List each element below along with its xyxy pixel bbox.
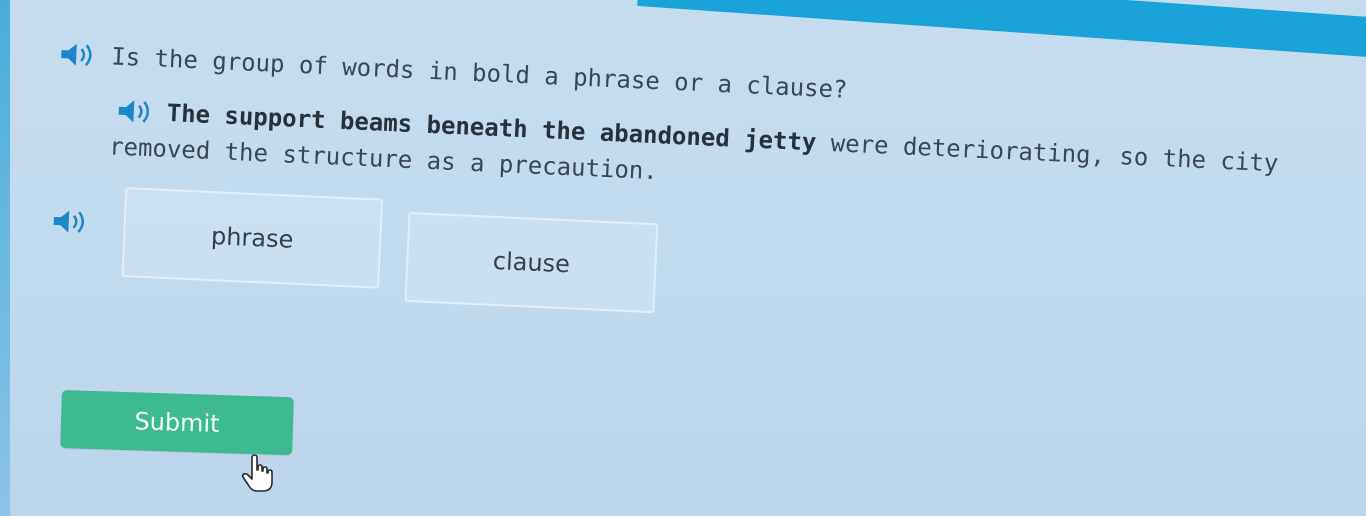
submit-label: Submit bbox=[134, 407, 221, 438]
choice-label: phrase bbox=[210, 222, 294, 254]
speaker-icon[interactable] bbox=[116, 98, 157, 126]
choice-clause-button[interactable]: clause bbox=[404, 211, 659, 314]
question-text: Is the group of words in bold a phrase o… bbox=[110, 42, 849, 104]
choice-label: clause bbox=[492, 246, 571, 279]
submit-button[interactable]: Submit bbox=[60, 390, 294, 456]
hand-pointer-icon bbox=[240, 454, 276, 494]
speaker-icon[interactable] bbox=[59, 41, 100, 69]
left-edge-strip bbox=[0, 0, 10, 516]
choice-phrase-button[interactable]: phrase bbox=[121, 187, 384, 289]
top-accent-band bbox=[637, 0, 1366, 62]
speaker-icon[interactable] bbox=[51, 208, 92, 236]
question-panel: Is the group of words in bold a phrase o… bbox=[48, 40, 1349, 362]
